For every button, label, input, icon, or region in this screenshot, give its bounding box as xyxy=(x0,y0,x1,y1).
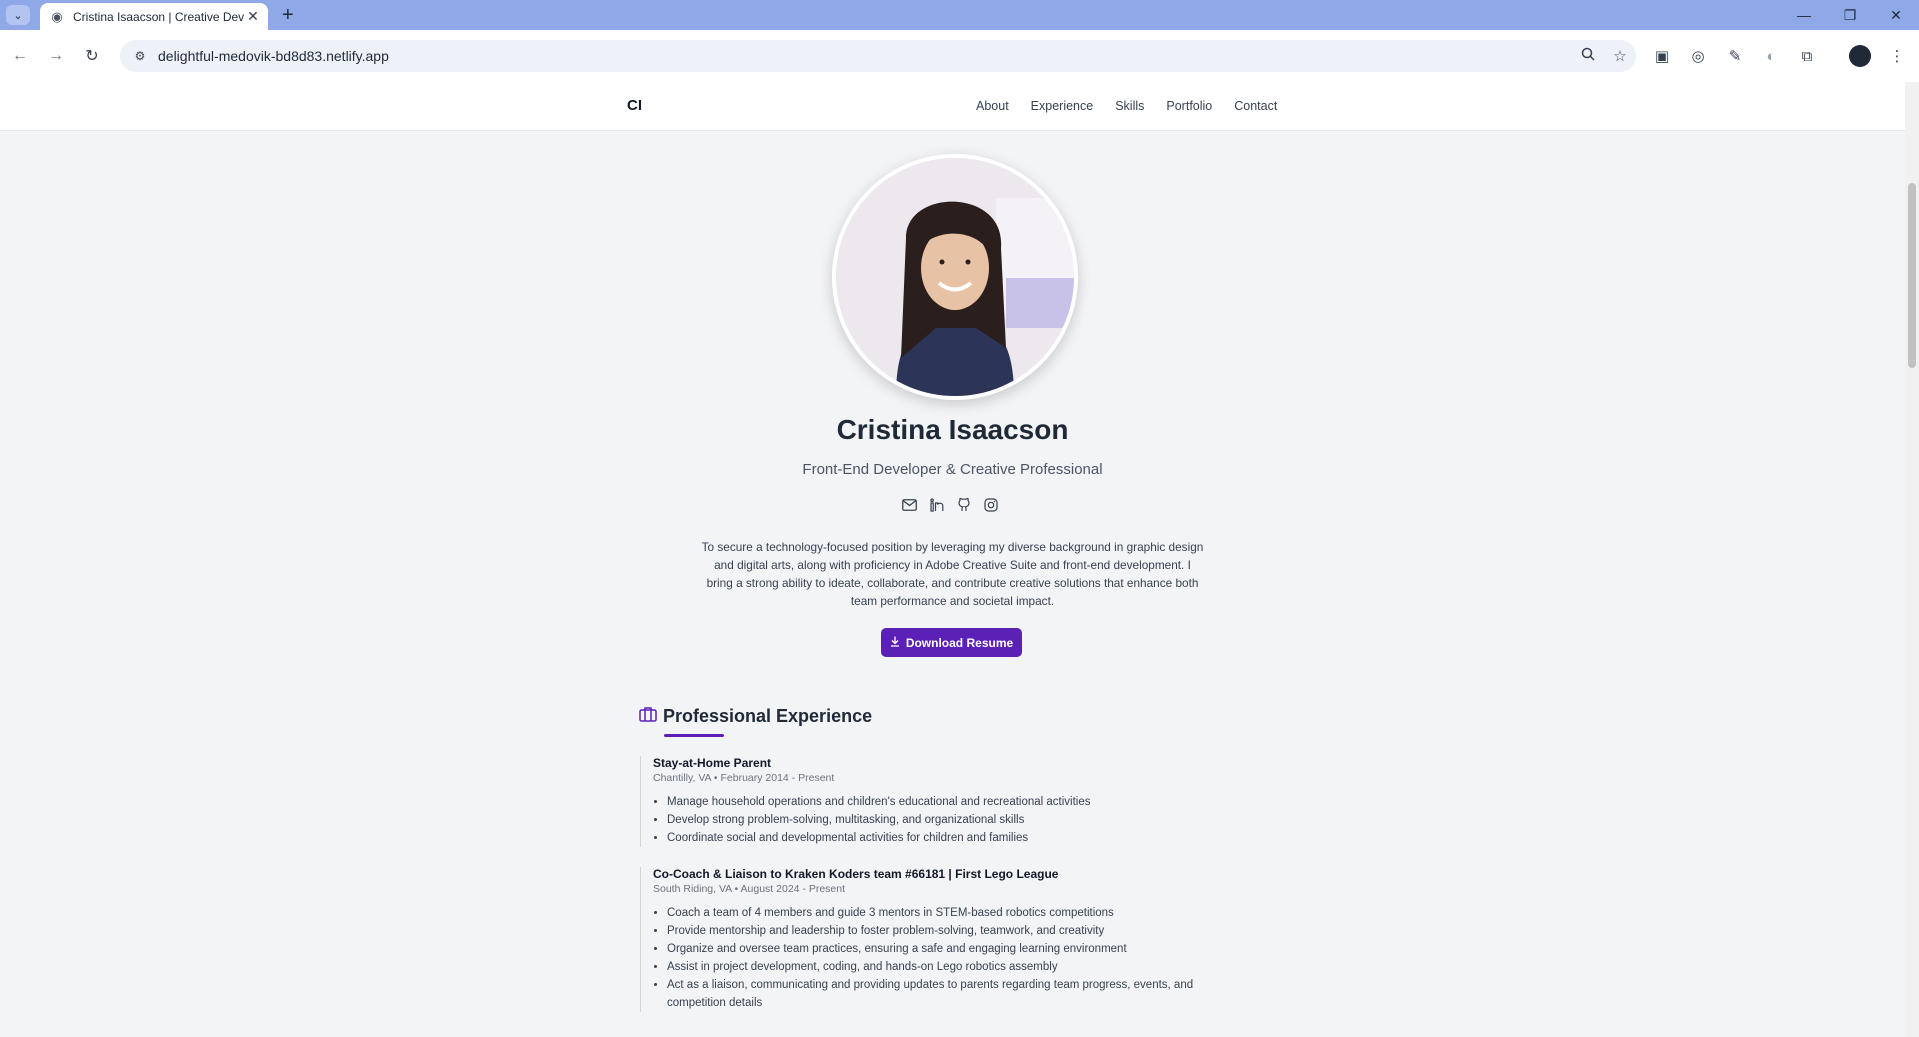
experience-section-header: Professional Experience xyxy=(639,706,872,727)
site-settings-icon[interactable]: ⚙ xyxy=(130,49,150,63)
list-item: Organize and oversee team practices, ens… xyxy=(667,940,1253,958)
instagram-icon[interactable] xyxy=(982,496,999,513)
browser-toolbar: ← → ↻ ⚙ delightful-medovik-bd8d83.netlif… xyxy=(0,30,1919,83)
site-header: CI About Experience Skills Portfolio Con… xyxy=(0,82,1905,131)
browser-tab-strip: ⌄ ◉ Cristina Isaacson | Creative Dev ✕ +… xyxy=(0,0,1919,30)
list-item: Coach a team of 4 members and guide 3 me… xyxy=(667,904,1253,922)
list-item: Coordinate social and developmental acti… xyxy=(667,829,1253,847)
site-logo[interactable]: CI xyxy=(627,97,642,114)
job-entry: Co-Coach & Liaison to Kraken Koders team… xyxy=(640,867,1253,1012)
list-item: Develop strong problem-solving, multitas… xyxy=(667,811,1253,829)
bookmark-star-icon[interactable]: ☆ xyxy=(1604,47,1636,65)
briefcase-icon xyxy=(639,706,657,727)
page-scrollbar[interactable] xyxy=(1905,82,1919,1037)
reload-icon[interactable]: ↻ xyxy=(78,42,106,70)
summary-text: To secure a technology-focused position … xyxy=(701,540,1204,608)
extension-icon[interactable]: ◐ xyxy=(1759,44,1783,68)
job-title: Co-Coach & Liaison to Kraken Koders team… xyxy=(653,867,1059,881)
zoom-icon[interactable] xyxy=(1572,47,1604,65)
nav-skills[interactable]: Skills xyxy=(1115,99,1144,113)
url-text[interactable]: delightful-medovik-bd8d83.netlify.app xyxy=(158,48,1572,64)
chevron-down-icon: ⌄ xyxy=(13,9,23,22)
section-title: Professional Experience xyxy=(663,706,873,726)
github-icon[interactable] xyxy=(955,496,972,513)
screencast-icon[interactable]: ▣ xyxy=(1650,44,1674,68)
job-meta: Chantilly, VA • February 2014 - Present xyxy=(653,772,835,784)
close-window-button[interactable]: ✕ xyxy=(1873,0,1919,30)
tab-title: Cristina Isaacson | Creative Dev xyxy=(73,9,244,24)
page-viewport: CI About Experience Skills Portfolio Con… xyxy=(0,82,1905,1037)
minimize-button[interactable]: — xyxy=(1781,0,1827,30)
list-item: Act as a liaison, communicating and prov… xyxy=(667,976,1253,1012)
hero-name: Cristina Isaacson xyxy=(836,414,1069,445)
mail-icon[interactable] xyxy=(901,496,918,513)
nav-about[interactable]: About xyxy=(976,99,1009,113)
site-nav: About Experience Skills Portfolio Contac… xyxy=(976,99,1299,113)
list-item: Manage household operations and children… xyxy=(667,793,1253,811)
profile-photo xyxy=(832,154,1078,400)
menu-kebab-icon[interactable]: ⋮ xyxy=(1885,44,1909,68)
grammar-extension-icon[interactable]: ◎ xyxy=(1686,44,1710,68)
nav-experience[interactable]: Experience xyxy=(1031,99,1094,113)
linkedin-icon[interactable] xyxy=(928,496,945,513)
nav-contact[interactable]: Contact xyxy=(1234,99,1277,113)
nav-portfolio[interactable]: Portfolio xyxy=(1166,99,1212,113)
forward-arrow-icon[interactable]: → xyxy=(42,42,70,70)
scrollbar-thumb[interactable] xyxy=(1908,183,1916,368)
download-resume-button[interactable]: Download Resume xyxy=(881,628,1022,657)
restore-button[interactable]: ❐ xyxy=(1827,0,1873,30)
job-meta: South Riding, VA • August 2024 - Present xyxy=(653,883,846,895)
section-underline xyxy=(664,734,724,737)
tab-search-button[interactable]: ⌄ xyxy=(6,5,30,25)
job-entry: Stay-at-Home Parent Chantilly, VA • Febr… xyxy=(640,756,1253,847)
eyedropper-icon[interactable]: ✎ xyxy=(1723,44,1747,68)
list-item: Provide mentorship and leadership to fos… xyxy=(667,922,1253,940)
back-arrow-icon[interactable]: ← xyxy=(6,42,34,70)
job-bullets: Coach a team of 4 members and guide 3 me… xyxy=(653,904,1253,1012)
hero-subtitle: Front-End Developer & Creative Professio… xyxy=(802,461,1103,478)
puzzle-icon[interactable]: ⧉ xyxy=(1795,44,1819,68)
browser-tab[interactable]: ◉ Cristina Isaacson | Creative Dev ✕ xyxy=(40,3,268,30)
new-tab-button[interactable]: + xyxy=(282,4,294,27)
tab-close-button[interactable]: ✕ xyxy=(244,8,262,25)
window-controls: — ❐ ✕ xyxy=(1781,0,1919,30)
download-icon xyxy=(890,636,900,650)
job-bullets: Manage household operations and children… xyxy=(653,793,1253,847)
job-title: Stay-at-Home Parent xyxy=(653,756,772,770)
profile-avatar[interactable] xyxy=(1848,44,1872,68)
globe-icon: ◉ xyxy=(51,8,63,24)
social-links xyxy=(901,496,999,513)
address-bar[interactable]: ⚙ delightful-medovik-bd8d83.netlify.app … xyxy=(120,40,1636,72)
download-label: Download Resume xyxy=(905,635,1014,650)
list-item: Assist in project development, coding, a… xyxy=(667,958,1253,976)
